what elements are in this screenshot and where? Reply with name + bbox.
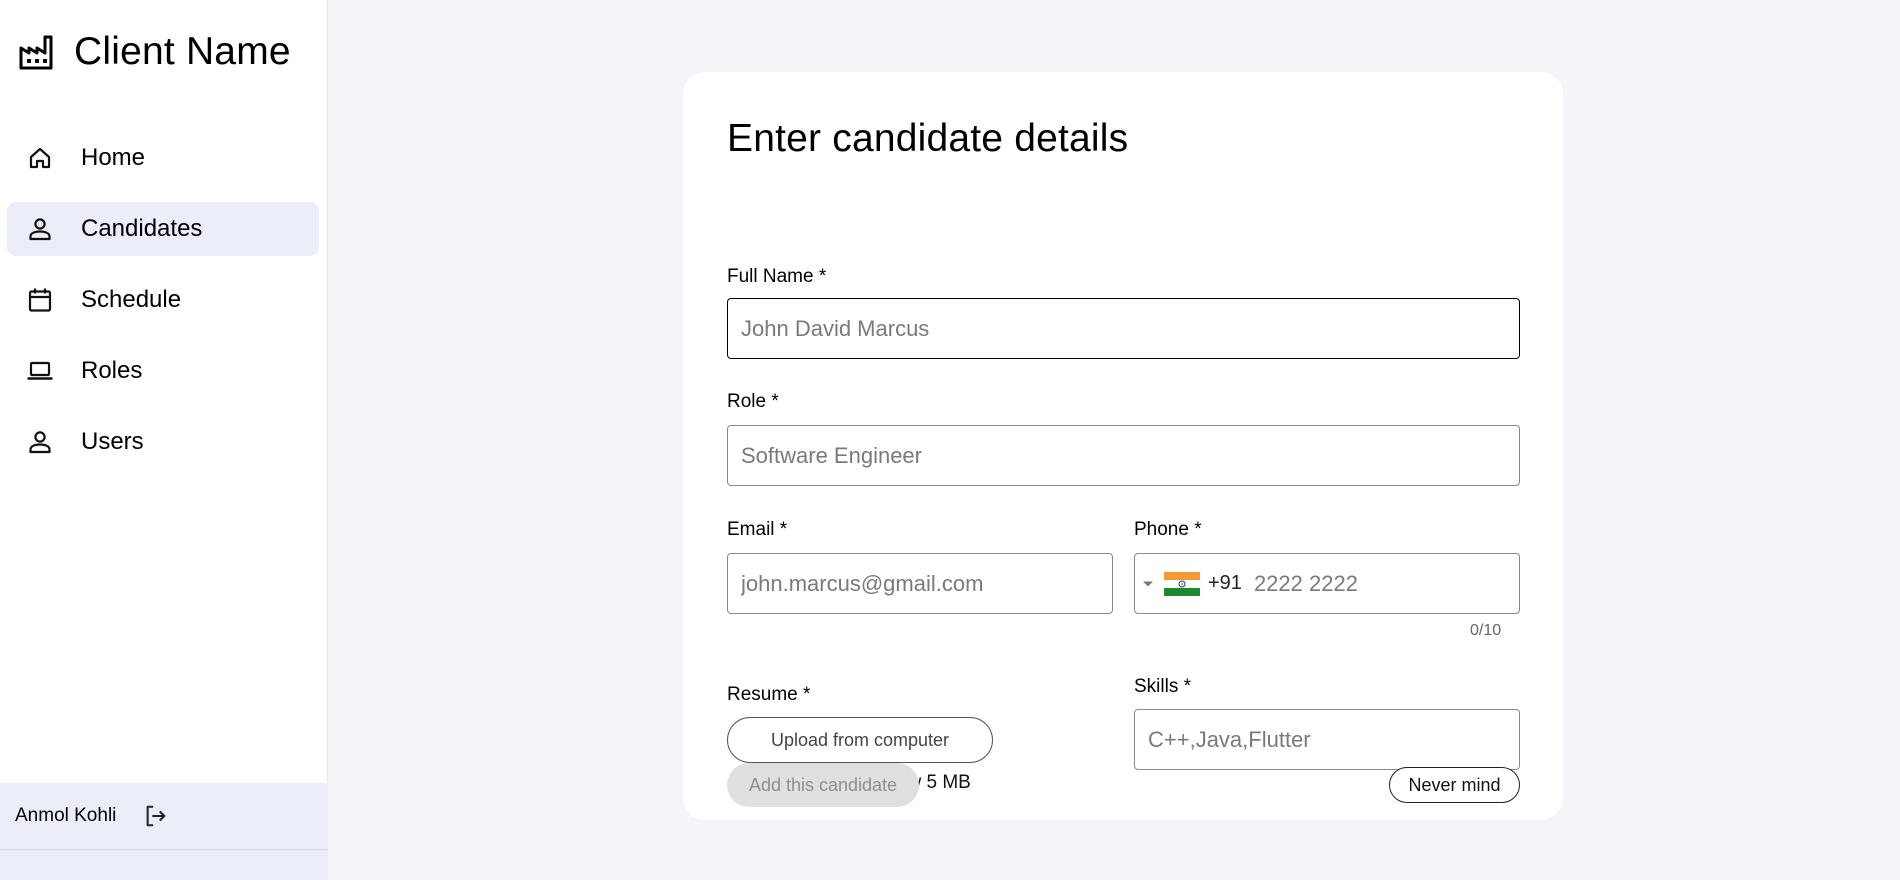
- role-field[interactable]: [727, 425, 1520, 486]
- india-flag-icon[interactable]: [1164, 571, 1200, 596]
- email-field[interactable]: [727, 553, 1113, 614]
- phone-char-counter: 0/10: [1470, 622, 1502, 639]
- sidebar-item-candidates[interactable]: Candidates: [7, 202, 319, 256]
- user-bar: Anmol Kohli: [0, 783, 328, 850]
- brand[interactable]: Client Name: [18, 28, 291, 76]
- role-label: Role *: [727, 391, 779, 412]
- candidate-form-card: Enter candidate details Full Name * Role…: [683, 72, 1563, 820]
- sidebar-item-label: Home: [81, 144, 146, 171]
- phone-field: +91: [1134, 553, 1520, 614]
- laptop-icon: [25, 356, 55, 386]
- person-icon: [25, 214, 55, 244]
- person-icon: [25, 427, 55, 457]
- full-name-field[interactable]: [727, 298, 1520, 359]
- skills-field[interactable]: [1134, 709, 1520, 770]
- user-name: Anmol Kohli: [15, 805, 117, 826]
- upload-resume-button[interactable]: Upload from computer: [727, 717, 993, 763]
- resume-label: Resume *: [727, 684, 811, 705]
- sidebar-item-label: Schedule: [81, 286, 182, 313]
- home-icon: [25, 143, 55, 173]
- country-dropdown-icon[interactable]: [1142, 580, 1154, 588]
- sidebar-item-home[interactable]: Home: [7, 131, 319, 185]
- factory-icon: [19, 35, 53, 70]
- sidebar-item-users[interactable]: Users: [7, 415, 319, 469]
- sidebar: Client Name Home Candidates Schedule Rol…: [0, 0, 328, 880]
- sidebar-item-label: Candidates: [81, 215, 203, 242]
- page-title: Enter candidate details: [727, 117, 1129, 160]
- logout-icon[interactable]: [142, 802, 170, 830]
- sidebar-item-label: Users: [81, 428, 144, 455]
- sidebar-footer: [0, 850, 328, 880]
- email-label: Email *: [727, 519, 788, 540]
- sidebar-nav: Home Candidates Schedule Roles Users: [7, 131, 319, 486]
- sidebar-item-schedule[interactable]: Schedule: [7, 273, 319, 327]
- sidebar-item-roles[interactable]: Roles: [7, 344, 319, 398]
- never-mind-button[interactable]: Never mind: [1389, 767, 1520, 803]
- phone-input[interactable]: [1251, 563, 1482, 604]
- sidebar-item-label: Roles: [81, 357, 143, 384]
- brand-name: Client Name: [74, 30, 291, 73]
- full-name-label: Full Name *: [727, 266, 827, 287]
- phone-label: Phone *: [1134, 519, 1202, 540]
- calendar-icon: [25, 285, 55, 315]
- dial-code: +91: [1208, 572, 1242, 594]
- add-candidate-button[interactable]: Add this candidate: [727, 763, 919, 807]
- skills-label: Skills *: [1134, 676, 1192, 697]
